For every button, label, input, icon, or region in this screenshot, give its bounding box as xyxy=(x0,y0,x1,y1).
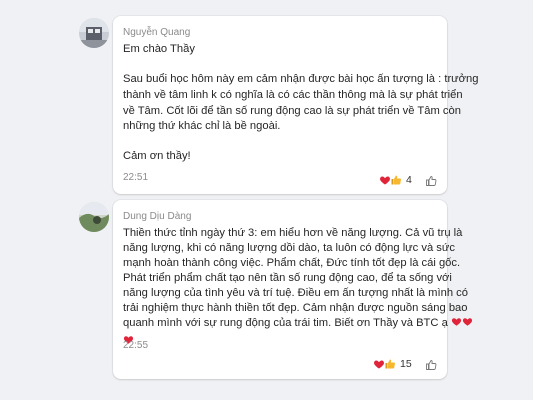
message-line: năng lượng của tình yêu và trí tuệ. Điều… xyxy=(123,287,468,299)
message-line: trải nghiệm thực hành thiền tốt đẹp. Cảm… xyxy=(123,302,468,314)
message-line: quanh mình với sự rung động của trái tim… xyxy=(123,317,448,329)
message-line: năng lượng, khi có năng lượng dồi dào, t… xyxy=(123,242,455,254)
thumbs-up-outline-icon[interactable] xyxy=(425,359,437,371)
sender-name[interactable]: Dung Dịu Dàng xyxy=(123,211,191,222)
avatar[interactable] xyxy=(79,18,109,48)
message-line: thành về tâm linh k có nghĩa là có các t… xyxy=(123,89,463,101)
message-line: về Tâm. Cốt lõi để tần số rung động cao … xyxy=(123,105,461,117)
message-line: Em chào Thầy xyxy=(123,43,195,55)
reaction-count: 15 xyxy=(400,358,412,370)
heart-icon xyxy=(451,318,461,326)
message-line: Phát triển phẩm chất tạo nên tần số rung… xyxy=(123,272,452,284)
thumbs-up-icon xyxy=(391,175,401,185)
reaction-count: 4 xyxy=(406,174,412,186)
message-line: những thứ khác chỉ là bề ngoài. xyxy=(123,120,281,132)
message-bubble: Dung Dịu Dàng Thiền thức tỉnh ngày thứ 3… xyxy=(113,200,472,379)
message-bubble: Nguyễn Quang Em chào Thầy Sau buổi học h… xyxy=(113,16,478,194)
message-time: 22:55 xyxy=(123,340,149,351)
avatar[interactable] xyxy=(79,202,109,232)
thumbs-up-outline-icon[interactable] xyxy=(425,175,437,187)
message-line: Sau buổi học hôm này em cảm nhận được bà… xyxy=(123,73,479,85)
sender-name[interactable]: Nguyễn Quang xyxy=(123,27,190,38)
message-line: mạnh hoàn thành công việc. Phẩm chất, Đứ… xyxy=(123,257,461,269)
message-line: Cảm ơn thầy! xyxy=(123,150,191,162)
message-line: Thiền thức tỉnh ngày thứ 3: em hiểu hơn … xyxy=(123,227,463,239)
thumbs-up-icon xyxy=(385,359,395,369)
reaction-summary[interactable]: 4 xyxy=(379,171,412,189)
message-time: 22:51 xyxy=(123,172,149,183)
message-line-with-hearts: quanh mình với sự rung động của trái tim… xyxy=(123,316,473,331)
reaction-summary[interactable]: 15 xyxy=(373,355,412,373)
heart-icon xyxy=(462,318,472,326)
